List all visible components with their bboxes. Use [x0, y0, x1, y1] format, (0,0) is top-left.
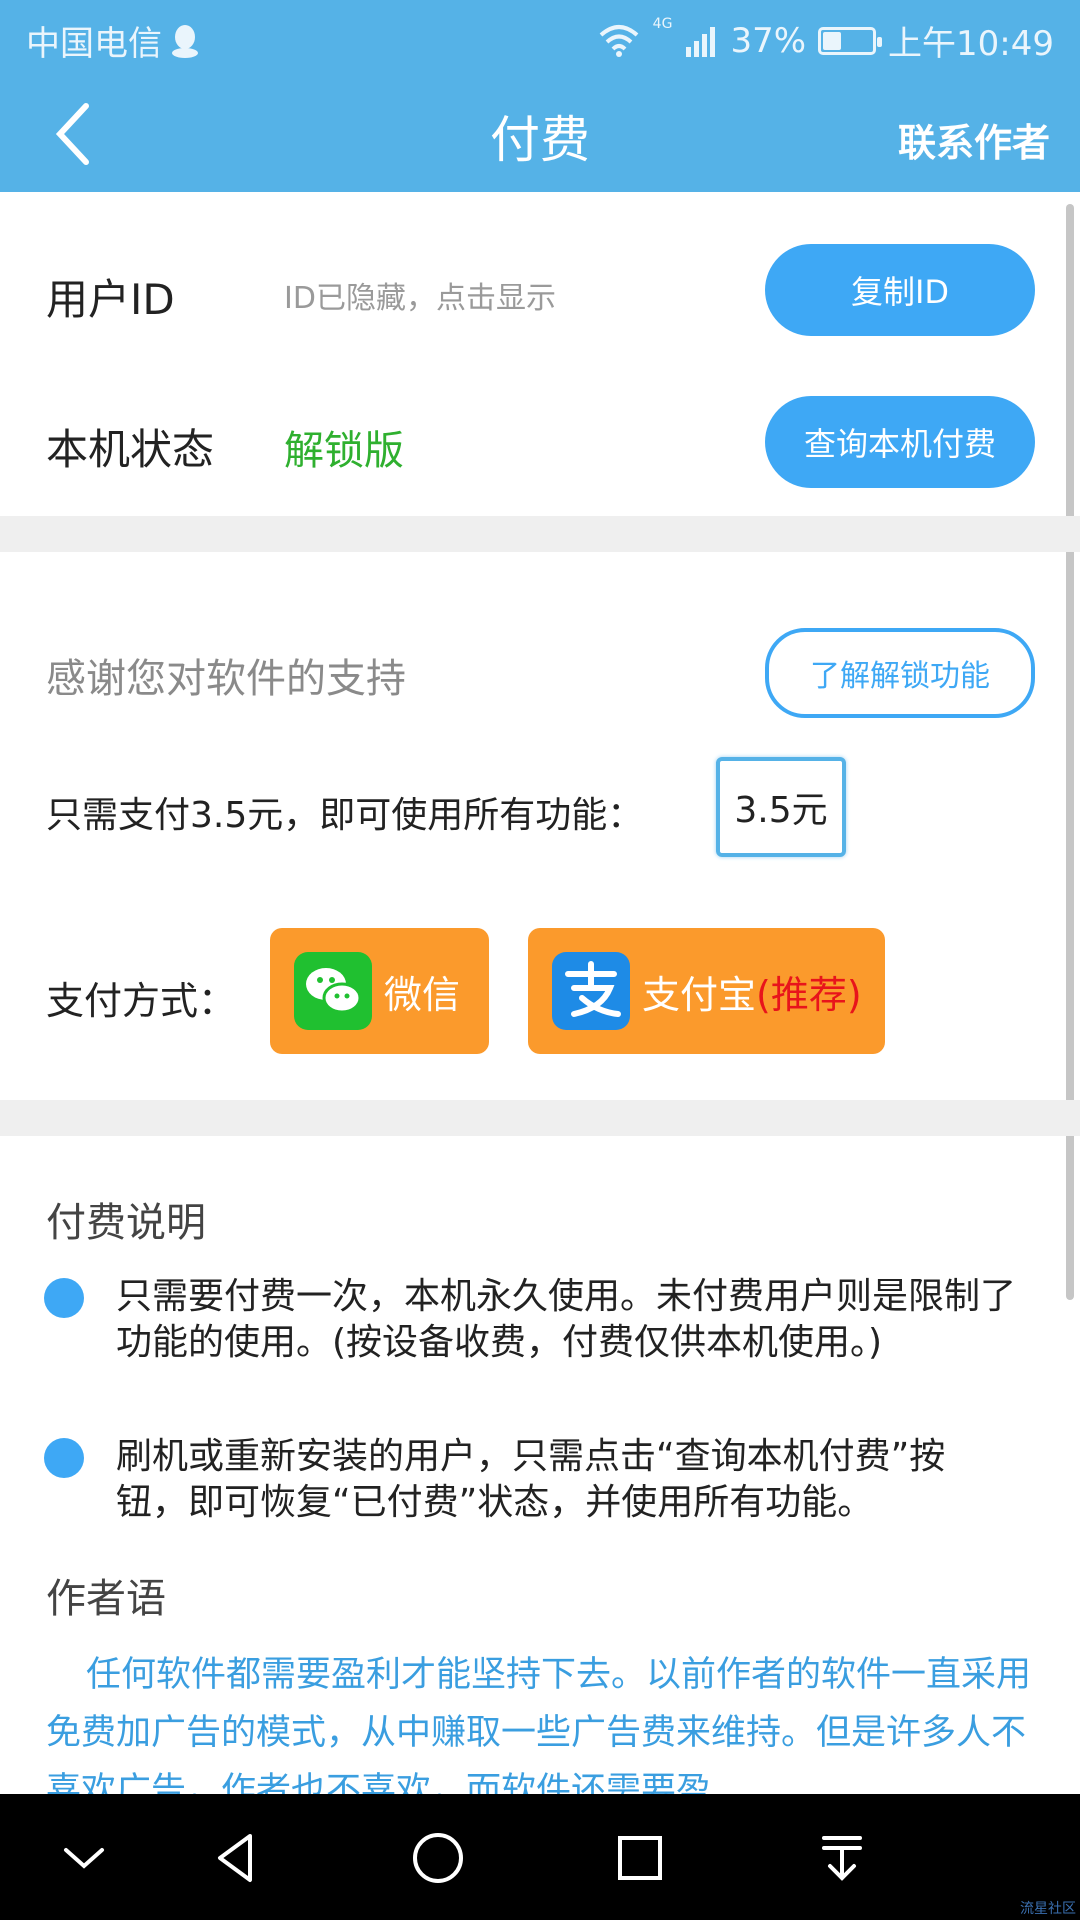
signal-icon [686, 26, 716, 57]
wechat-icon [294, 952, 372, 1030]
bullet-dot [44, 1278, 84, 1318]
contact-author-button[interactable]: 联系作者 [898, 112, 1050, 167]
watermark: 流星社区 [1020, 1901, 1076, 1917]
notes-title: 付费说明 [46, 1200, 206, 1246]
network-type: 4G [652, 16, 673, 32]
qq-icon [172, 24, 198, 58]
thanks-text: 感谢您对软件的支持 [46, 656, 406, 702]
app-header: 中国电信 4G 37% 上午10:49 付费 联系作者 [0, 0, 1080, 192]
section-divider [0, 1100, 1080, 1136]
device-status-label: 本机状态 [46, 425, 215, 474]
carrier-label: 中国电信 [26, 24, 162, 64]
user-id-hint[interactable]: ID已隐藏，点击显示 [284, 273, 556, 317]
note-item: 刷机或重新安装的用户，只需点击“查询本机付费”按钮，即可恢复“已付费”状态，并使… [116, 1436, 946, 1523]
alipay-button[interactable]: 支付宝 (推荐) [528, 928, 885, 1054]
pay-method-label: 支付方式： [46, 979, 237, 1023]
alipay-label: 支付宝 [642, 972, 757, 1017]
alipay-icon [552, 952, 630, 1030]
copy-id-button[interactable]: 复制ID [765, 244, 1035, 336]
wechat-pay-button[interactable]: 微信 [270, 928, 489, 1054]
wechat-label: 微信 [384, 972, 461, 1017]
carrier: 中国电信 [26, 16, 200, 65]
query-payment-button[interactable]: 查询本机付费 [765, 396, 1035, 488]
user-id-label: 用户ID [46, 275, 175, 324]
wifi-icon [599, 24, 638, 57]
system-nav-bar: 流星社区 [0, 1794, 1080, 1920]
author-title: 作者语 [46, 1576, 166, 1622]
back-triangle-icon[interactable] [206, 1828, 266, 1888]
battery-percent: 37% [730, 20, 807, 61]
battery-icon [818, 26, 883, 55]
device-status-value: 解锁版 [284, 428, 404, 474]
price-field[interactable]: 3.5元 [716, 757, 846, 857]
note-item: 只需要付费一次，本机永久使用。未付费用户则是限制了功能的使用。(按设备收费，付费… [116, 1276, 1017, 1363]
section-divider [0, 516, 1080, 552]
chevron-down-icon[interactable] [54, 1828, 114, 1888]
status-bar: 中国电信 4G 37% 上午10:49 [0, 0, 1080, 76]
learn-unlock-button[interactable]: 了解解锁功能 [765, 628, 1035, 718]
battery-level [823, 31, 841, 50]
clock: 上午10:49 [888, 24, 1054, 64]
recommend-tag: (推荐) [756, 972, 862, 1017]
home-circle-icon[interactable] [408, 1828, 468, 1888]
notification-pull-icon[interactable] [812, 1828, 872, 1888]
bullet-dot [44, 1438, 84, 1478]
status-right: 4G 37% 上午10:49 [597, 16, 1054, 65]
price-prompt: 只需支付3.5元，即可使用所有功能： [46, 795, 644, 836]
recents-square-icon[interactable] [610, 1828, 670, 1888]
nav-bar: 付费 联系作者 [0, 76, 1080, 192]
